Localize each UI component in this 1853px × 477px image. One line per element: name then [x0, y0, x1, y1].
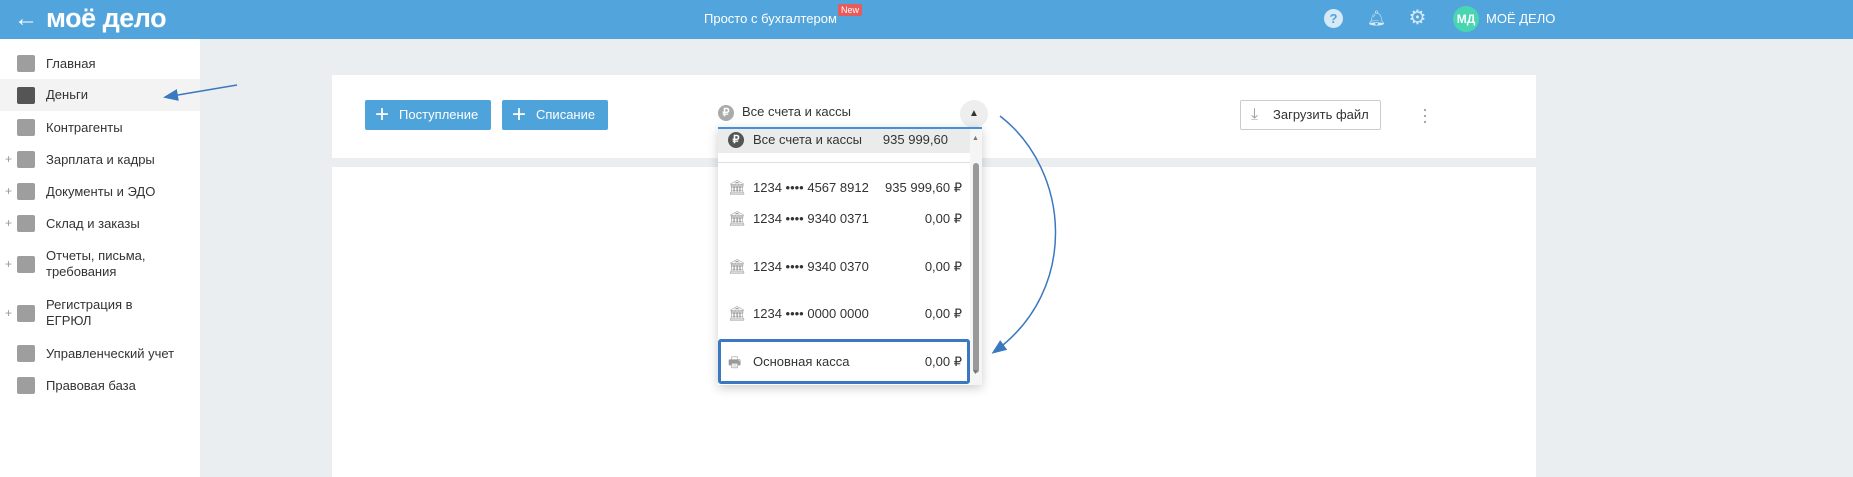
- arrow-to-main-cash: [991, 115, 1057, 354]
- annotation-arrows: [163, 84, 1057, 354]
- arrow-to-money: [163, 84, 238, 101]
